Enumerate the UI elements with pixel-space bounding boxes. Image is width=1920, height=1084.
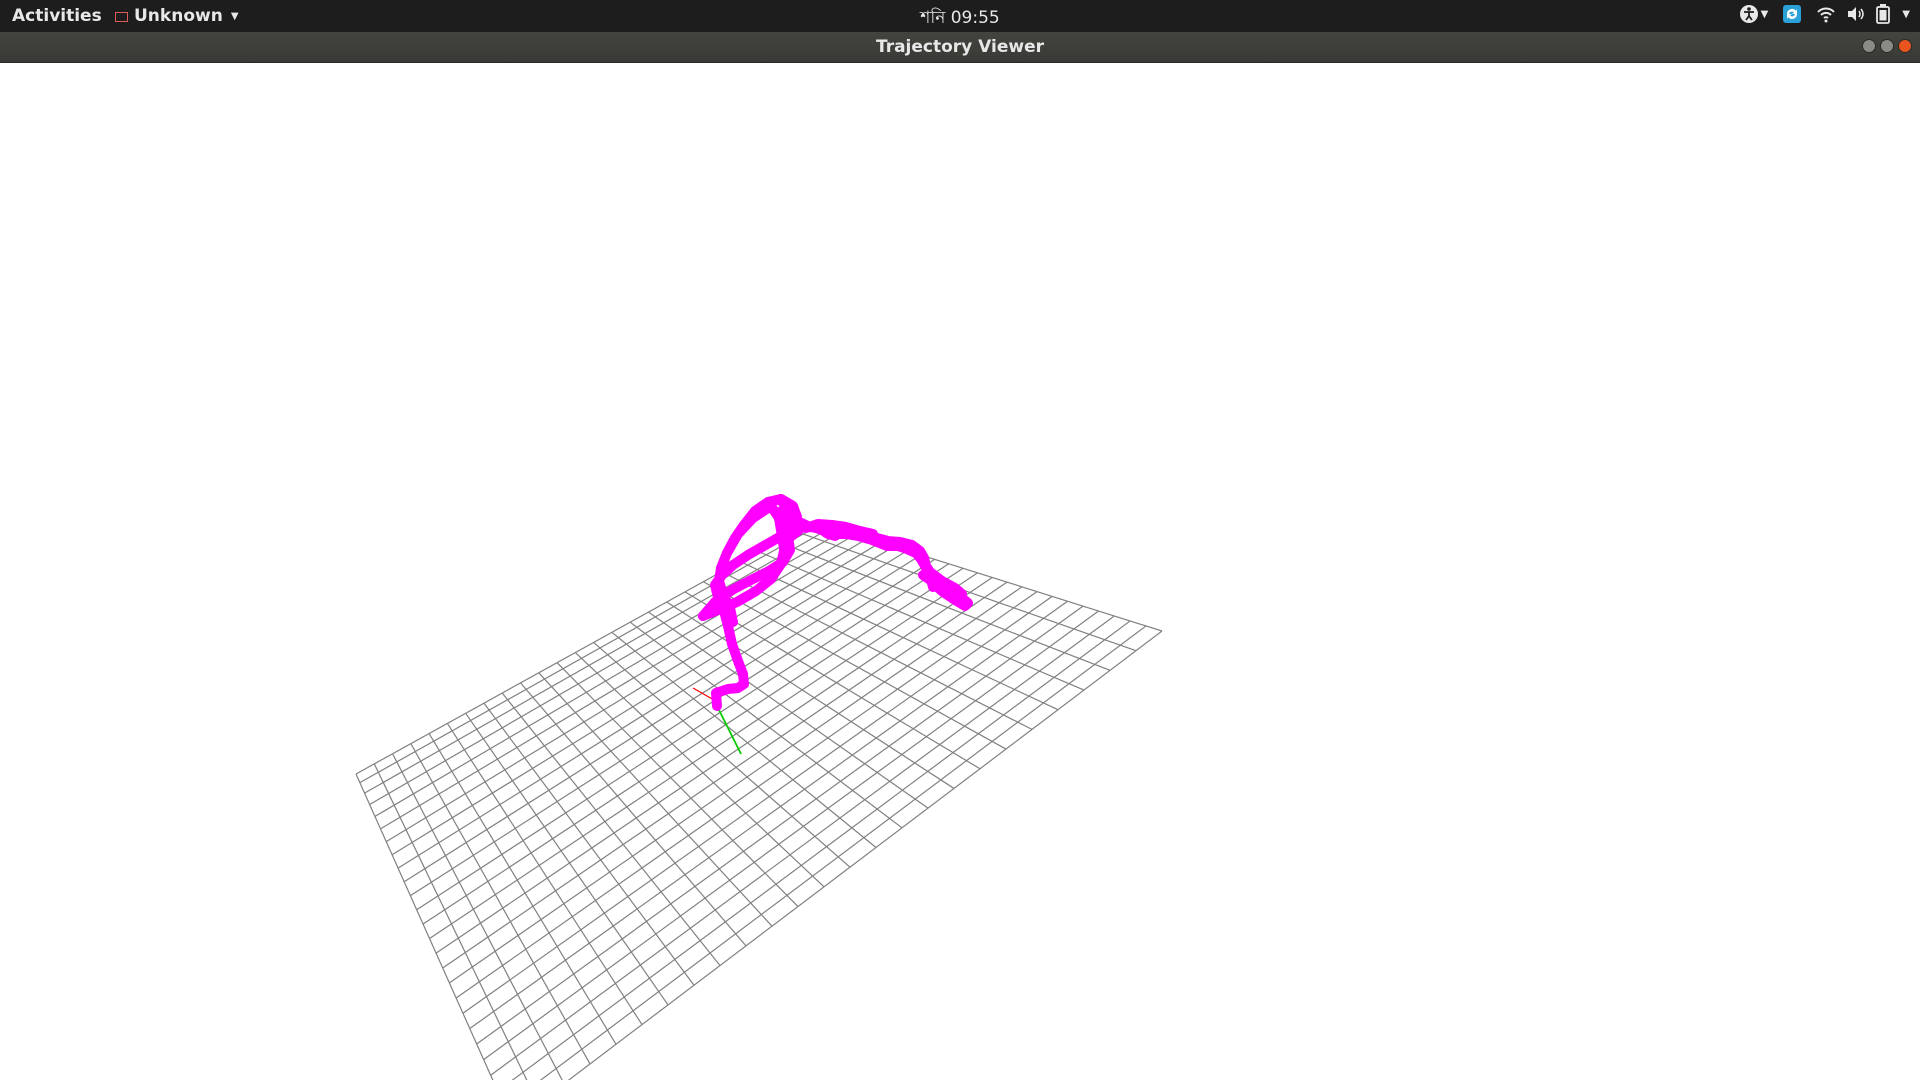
- update-indicator[interactable]: [1782, 4, 1802, 24]
- battery-icon: [1876, 4, 1891, 24]
- trajectory-scene: [355, 494, 1163, 1084]
- grid-line: [359, 523, 822, 784]
- 3d-viewport[interactable]: [0, 63, 1920, 1084]
- grid-line: [666, 601, 955, 789]
- grid-line: [721, 571, 1033, 730]
- grid-line: [373, 763, 530, 1084]
- grid-line: [364, 526, 833, 794]
- app-window-icon: [115, 11, 128, 22]
- x-axis-line: [692, 687, 715, 701]
- system-tray: ▼ ▼: [1739, 4, 1910, 24]
- grid-line: [520, 682, 747, 947]
- top-bar: Activities Unknown ▼ শনি 09:55 ▼ ▼: [0, 0, 1920, 32]
- activities-button[interactable]: Activities: [12, 6, 102, 26]
- chevron-down-icon: ▼: [1902, 8, 1910, 20]
- app-menu[interactable]: Unknown ▼: [115, 6, 239, 26]
- chevron-down-icon: ▼: [1760, 8, 1769, 20]
- trajectory-path: [698, 494, 973, 711]
- grid-line: [490, 615, 1115, 1076]
- grid-line: [476, 605, 1084, 1045]
- minimize-button[interactable]: [1862, 39, 1876, 53]
- update-icon: [1783, 5, 1802, 23]
- grid-line: [392, 753, 565, 1084]
- grid-line: [776, 540, 1111, 671]
- grid-line: [648, 611, 929, 809]
- accessibility-icon: [1739, 5, 1758, 23]
- ground-grid: [355, 520, 1163, 1084]
- grid-line: [380, 537, 869, 830]
- accessibility-menu[interactable]: ▼: [1739, 4, 1769, 24]
- chevron-down-icon: ▼: [230, 10, 239, 22]
- app-menu-label: Unknown: [134, 6, 223, 26]
- volume-icon: [1848, 7, 1865, 21]
- grid-line: [534, 625, 1147, 1084]
- grid-line: [422, 567, 964, 925]
- grid-line: [429, 572, 978, 940]
- grid-line: [355, 773, 496, 1084]
- grid-line: [465, 712, 669, 1006]
- grid-line: [593, 641, 851, 868]
- status-menu[interactable]: ▼: [1816, 4, 1910, 24]
- grid-line: [435, 576, 993, 954]
- maximize-button[interactable]: [1880, 39, 1894, 53]
- window-titlebar[interactable]: Trajectory Viewer: [0, 32, 1920, 63]
- clock[interactable]: শনি 09:55: [920, 8, 999, 28]
- grid-line: [374, 533, 856, 817]
- grid-line: [446, 723, 643, 1025]
- grid-line: [397, 550, 908, 869]
- grid-line: [410, 558, 935, 897]
- close-button[interactable]: [1898, 39, 1912, 53]
- grid-line: [483, 610, 1099, 1061]
- window-title: Trajectory Viewer: [875, 37, 1045, 57]
- wifi-icon: [1817, 7, 1836, 23]
- grid-line: [455, 591, 1038, 999]
- grid-line: [506, 620, 1131, 1084]
- grid-line: [538, 672, 773, 927]
